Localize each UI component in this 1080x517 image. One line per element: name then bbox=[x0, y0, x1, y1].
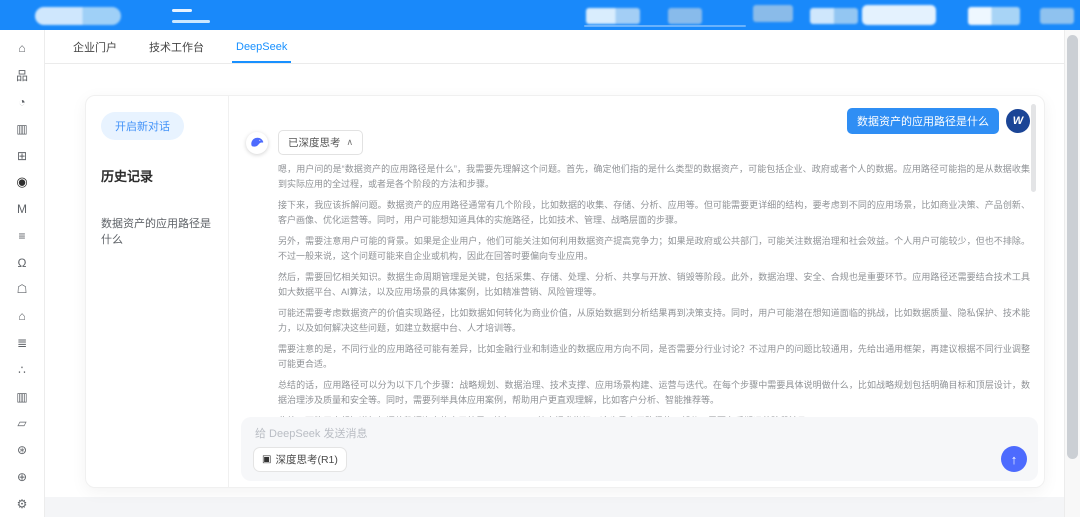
gear-icon[interactable]: ⚙ bbox=[0, 490, 44, 517]
shield-icon[interactable]: ☖ bbox=[0, 276, 44, 303]
app-logo bbox=[35, 7, 121, 25]
nav-item-blurred[interactable] bbox=[668, 8, 702, 24]
nav-item-blurred[interactable] bbox=[810, 8, 858, 24]
deep-think-icon: ▣ bbox=[262, 454, 271, 465]
app-sidebar: ⌂ 品 ◔ ▥ ⊞ ◉ M ≡ Ω ☖ ⌂ ≣ ∴ ▥ ▱ ⊛ ⊕ ⚙ bbox=[0, 30, 45, 517]
badge-icon[interactable]: ⊛ bbox=[0, 437, 44, 464]
home-alt-icon[interactable]: ⌂ bbox=[0, 303, 44, 330]
arrow-up-icon: ↑ bbox=[1011, 452, 1018, 467]
top-navbar bbox=[0, 0, 1080, 30]
barcode-alt-icon[interactable]: ▥ bbox=[0, 383, 44, 410]
new-chat-button[interactable]: 开启新对话 bbox=[101, 112, 184, 140]
background-strip bbox=[45, 497, 1064, 517]
globe-icon[interactable]: ⊕ bbox=[0, 464, 44, 491]
letter-m-icon[interactable]: M bbox=[0, 196, 44, 223]
hierarchy-icon[interactable]: ∴ bbox=[0, 356, 44, 383]
barcode-icon[interactable]: ▥ bbox=[0, 115, 44, 142]
deepseek-whale-icon bbox=[246, 132, 268, 154]
nav-message-bubble[interactable] bbox=[862, 5, 936, 25]
list-alt-icon[interactable]: ≣ bbox=[0, 330, 44, 357]
org-chart-icon[interactable]: 品 bbox=[0, 62, 44, 89]
tab-bar: 企业门户 技术工作台 DeepSeek bbox=[45, 30, 1064, 64]
deep-thought-toggle[interactable]: 已深度思考 ∧ bbox=[278, 130, 363, 155]
history-panel: 开启新对话 历史记录 数据资产的应用路径是什么 bbox=[86, 96, 229, 487]
page-scrollbar-track[interactable] bbox=[1064, 30, 1080, 517]
deep-think-r1-button[interactable]: ▣ 深度思考(R1) bbox=[253, 447, 347, 472]
person-icon[interactable]: Ω bbox=[0, 249, 44, 276]
page-scrollbar-thumb[interactable] bbox=[1067, 35, 1078, 459]
pie-chart-icon[interactable]: ◔ bbox=[0, 89, 44, 116]
chat-panel: 数据资产的应用路径是什么 W 已深度思考 ∧ 嗯，用户问的是“数据资产的应用路径… bbox=[229, 96, 1045, 487]
nav-underline bbox=[584, 25, 746, 27]
folder-plus-icon[interactable]: ⊞ bbox=[0, 142, 44, 169]
deepseek-chat-card: 开启新对话 历史记录 数据资产的应用路径是什么 数据资产的应用路径是什么 W 已… bbox=[85, 95, 1045, 488]
send-button[interactable]: ↑ bbox=[1001, 446, 1027, 472]
home-icon[interactable]: ⌂ bbox=[0, 35, 44, 62]
deep-thought-label: 已深度思考 bbox=[288, 135, 341, 150]
menu-toggle-icon[interactable] bbox=[172, 9, 192, 12]
chevron-up-icon: ∧ bbox=[347, 137, 354, 148]
nav-item-blurred[interactable] bbox=[753, 5, 793, 22]
menu-toggle-icon-line bbox=[172, 20, 210, 23]
user-message-bubble: 数据资产的应用路径是什么 bbox=[847, 108, 999, 134]
user-avatar: W bbox=[1006, 109, 1030, 133]
nav-item-blurred[interactable] bbox=[1040, 8, 1074, 24]
message-input[interactable] bbox=[255, 425, 1024, 443]
dark-globe-icon[interactable]: ◉ bbox=[0, 169, 44, 196]
tab-deepseek[interactable]: DeepSeek bbox=[232, 41, 291, 53]
list-icon[interactable]: ≡ bbox=[0, 222, 44, 249]
chat-scrollbar-thumb[interactable] bbox=[1031, 104, 1036, 192]
history-list: 数据资产的应用路径是什么 bbox=[101, 215, 220, 247]
thinking-content: 嗯，用户问的是“数据资产的应用路径是什么”，我需要先理解这个问题。首先，确定他们… bbox=[278, 162, 1030, 420]
history-title: 历史记录 bbox=[101, 166, 220, 185]
tab-tech-workbench[interactable]: 技术工作台 bbox=[145, 39, 208, 55]
nav-item-blurred[interactable] bbox=[968, 7, 1020, 25]
tab-enterprise-portal[interactable]: 企业门户 bbox=[69, 39, 121, 55]
deep-think-r1-label: 深度思考(R1) bbox=[275, 452, 337, 467]
message-input-area: ▣ 深度思考(R1) ↑ bbox=[241, 417, 1038, 481]
folder-icon[interactable]: ▱ bbox=[0, 410, 44, 437]
nav-item-blurred[interactable] bbox=[586, 8, 640, 24]
